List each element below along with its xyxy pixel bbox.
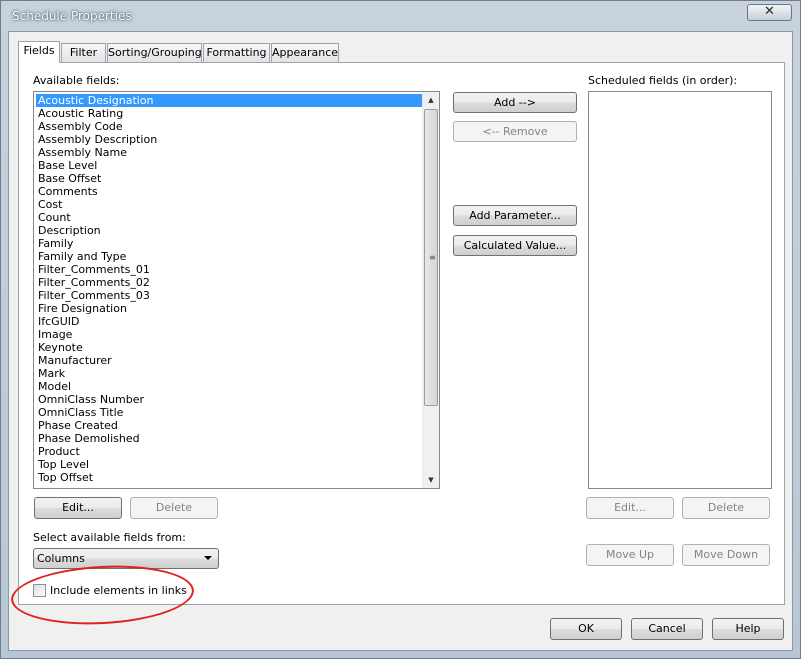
list-item[interactable]: Top Offset bbox=[36, 471, 93, 484]
list-item[interactable]: OmniClass Number bbox=[36, 393, 144, 406]
ok-button[interactable]: OK bbox=[550, 618, 622, 640]
tab-filter[interactable]: Filter bbox=[61, 43, 106, 62]
schedule-properties-dialog: Schedule Properties ✕ Fields Filter Sort… bbox=[0, 0, 801, 659]
list-item[interactable]: Fire Designation bbox=[36, 302, 127, 315]
scheduled-delete-button[interactable]: Delete bbox=[682, 497, 770, 519]
tab-fields[interactable]: Fields bbox=[18, 41, 60, 63]
available-edit-button[interactable]: Edit... bbox=[34, 497, 122, 519]
dialog-client-area: Fields Filter Sorting/Grouping Formattin… bbox=[8, 31, 793, 651]
list-item[interactable]: Manufacturer bbox=[36, 354, 112, 367]
tab-appearance[interactable]: Appearance bbox=[271, 43, 339, 62]
scroll-up-icon[interactable]: ▲ bbox=[423, 92, 439, 108]
add-parameter-button[interactable]: Add Parameter... bbox=[453, 205, 577, 226]
list-item[interactable]: Family and Type bbox=[36, 250, 126, 263]
list-item[interactable]: Acoustic Designation bbox=[36, 94, 423, 107]
list-item[interactable]: Assembly Code bbox=[36, 120, 123, 133]
tab-formatting[interactable]: Formatting bbox=[203, 43, 270, 62]
fields-source-value: Columns bbox=[37, 552, 85, 565]
calculated-value-button[interactable]: Calculated Value... bbox=[453, 235, 577, 256]
select-fields-from-label: Select available fields from: bbox=[33, 531, 186, 544]
available-fields-list[interactable]: Acoustic Designation Acoustic Rating Assem… bbox=[33, 91, 440, 489]
close-icon: ✕ bbox=[764, 4, 775, 19]
available-delete-button[interactable]: Delete bbox=[130, 497, 218, 519]
list-item[interactable]: IfcGUID bbox=[36, 315, 79, 328]
list-item[interactable]: Acoustic Rating bbox=[36, 107, 123, 120]
list-item[interactable]: Filter_Comments_03 bbox=[36, 289, 150, 302]
help-button[interactable]: Help bbox=[712, 618, 784, 640]
scheduled-fields-label: Scheduled fields (in order): bbox=[588, 74, 738, 87]
available-fields-scrollbar[interactable]: ▲ ≡ ▼ bbox=[422, 92, 439, 488]
list-item[interactable]: Comments bbox=[36, 185, 98, 198]
list-item[interactable]: Description bbox=[36, 224, 101, 237]
dropdown-arrow-icon bbox=[204, 556, 212, 560]
list-item[interactable]: Assembly Name bbox=[36, 146, 127, 159]
list-item[interactable]: Family bbox=[36, 237, 73, 250]
move-up-button[interactable]: Move Up bbox=[586, 544, 674, 566]
list-item[interactable]: Image bbox=[36, 328, 72, 341]
list-item[interactable]: Phase Created bbox=[36, 419, 118, 432]
list-item[interactable]: Top Level bbox=[36, 458, 89, 471]
list-item[interactable]: Assembly Description bbox=[36, 133, 157, 146]
scheduled-edit-button[interactable]: Edit... bbox=[586, 497, 674, 519]
list-item[interactable]: Base Offset bbox=[36, 172, 101, 185]
fields-tab-panel: Available fields: Acoustic Designation Ac… bbox=[18, 62, 785, 605]
scroll-down-icon[interactable]: ▼ bbox=[423, 472, 439, 488]
scroll-thumb[interactable]: ≡ bbox=[424, 109, 438, 406]
scheduled-fields-list[interactable] bbox=[588, 91, 772, 489]
tab-sorting-grouping[interactable]: Sorting/Grouping bbox=[107, 43, 202, 62]
list-item[interactable]: Base Level bbox=[36, 159, 97, 172]
close-button[interactable]: ✕ bbox=[747, 4, 792, 21]
list-item[interactable]: Product bbox=[36, 445, 80, 458]
list-item[interactable]: Count bbox=[36, 211, 71, 224]
grip-icon: ≡ bbox=[429, 252, 436, 262]
list-item[interactable]: Cost bbox=[36, 198, 62, 211]
cancel-button[interactable]: Cancel bbox=[631, 618, 703, 640]
dialog-title: Schedule Properties bbox=[12, 9, 132, 23]
title-bar: Schedule Properties ✕ bbox=[1, 1, 800, 31]
move-down-button[interactable]: Move Down bbox=[682, 544, 770, 566]
list-item[interactable]: Filter_Comments_01 bbox=[36, 263, 150, 276]
list-item[interactable]: Phase Demolished bbox=[36, 432, 140, 445]
available-fields-label: Available fields: bbox=[33, 74, 120, 87]
list-item[interactable]: Model bbox=[36, 380, 71, 393]
list-item[interactable]: Mark bbox=[36, 367, 65, 380]
add-button[interactable]: Add --> bbox=[453, 92, 577, 113]
remove-button[interactable]: <-- Remove bbox=[453, 121, 577, 142]
list-item[interactable]: Keynote bbox=[36, 341, 83, 354]
list-item[interactable]: OmniClass Title bbox=[36, 406, 123, 419]
list-item[interactable]: Filter_Comments_02 bbox=[36, 276, 150, 289]
